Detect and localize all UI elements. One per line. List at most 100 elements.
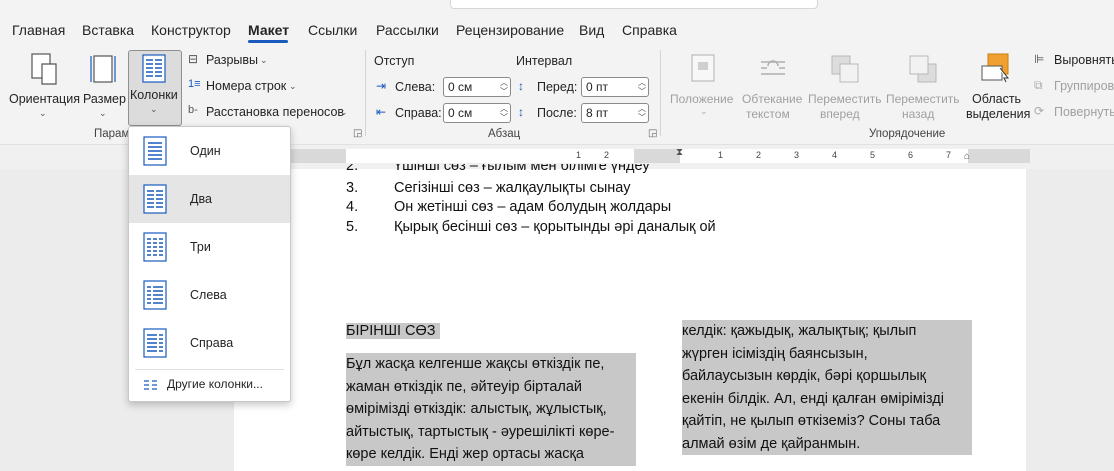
title-bar [0, 0, 1114, 12]
group-icon: ⧉ [1034, 78, 1043, 92]
text-line: айтыстық, тартыстық - әурешілікті көре- [346, 420, 636, 443]
indent-left-input[interactable]: 0 см ︿ ﹀ [443, 77, 511, 97]
columns-icon [142, 54, 166, 83]
chevron-down-icon: ⌄ [39, 108, 47, 118]
send-backward-icon [909, 55, 937, 83]
breaks-button[interactable]: ⊟ Разрывы ⌄ [186, 52, 276, 70]
heading-text: БІРІНШІ СӨЗ [346, 323, 440, 339]
indent-marker-icon[interactable]: ⧗ [676, 147, 683, 158]
columns-button[interactable]: Колонки ⌄ [128, 50, 182, 126]
rotate-label: Повернуть [1054, 105, 1114, 119]
spinner-arrows-icon[interactable]: ︿ ﹀ [638, 78, 646, 96]
bring-forward-button[interactable]: Переместить вперед [806, 50, 882, 124]
columns-option-two[interactable]: Два [129, 175, 290, 223]
two-columns-icon [143, 184, 167, 214]
section-heading: БІРІНШІ СӨЗ [346, 320, 440, 343]
position-button[interactable]: Положение ⌄ [668, 50, 738, 124]
text-line: екенін білдік. Ал, енді қалған өмірімізд… [682, 387, 972, 410]
chevron-down-icon: ⌄ [289, 81, 297, 91]
bring-forward-label-1: Переместить [808, 92, 882, 106]
breaks-icon: ⊟ [188, 52, 199, 66]
option-label: Слева [190, 288, 227, 302]
paragraph-group-label: Абзац [488, 128, 521, 140]
tab-help[interactable]: Справка [622, 22, 677, 38]
dialog-launcher-icon[interactable]: ◲ [353, 128, 362, 139]
horizontal-ruler[interactable]: 1 2 1 2 3 4 5 6 7 ⧗ ⌂ [290, 147, 1030, 163]
rotate-button[interactable]: ⟳ Повернуть [1034, 104, 1114, 122]
orientation-label: Ориентация [9, 92, 80, 106]
list-item: 3. Сегізінші сөз – жалқаулықты сынау [346, 180, 630, 196]
list-number: 5. [346, 219, 359, 235]
text-line: жаман өткіздік пе, әйтеуір бірталай [346, 375, 636, 398]
ruler-number: 1 [576, 150, 582, 160]
columns-option-one[interactable]: Один [129, 127, 290, 175]
text-line: Бұл жасқа келгенше жақсы өткіздік пе, [346, 353, 636, 376]
columns-option-left[interactable]: Слева [129, 271, 290, 319]
wrap-text-label-1: Обтекание [742, 92, 803, 106]
orientation-button[interactable]: Ориентация ⌄ [6, 50, 80, 124]
right-indent-marker-icon[interactable]: ⌂ [964, 151, 970, 162]
size-icon [90, 55, 116, 83]
align-button[interactable]: ⊫ Выровнять [1034, 52, 1114, 70]
selection-pane-label-2: выделения [966, 107, 1031, 121]
selection-pane-button[interactable]: Область выделения [962, 50, 1030, 124]
ruler-number: 1 [718, 150, 724, 160]
spinner-arrows-icon[interactable]: ︿ ﹀ [638, 104, 646, 122]
chevron-down-icon: ⌄ [150, 104, 158, 114]
spinner-arrows-icon[interactable]: ︿ ﹀ [500, 104, 508, 122]
dialog-launcher-icon[interactable]: ◲ [648, 128, 657, 139]
size-button[interactable]: Размер ⌄ [80, 50, 126, 124]
indent-left-icon: ⇥ [376, 79, 387, 93]
indent-title: Отступ [374, 54, 415, 68]
tab-mailings[interactable]: Рассылки [376, 22, 439, 38]
group-button[interactable]: ⧉ Группиров [1034, 78, 1114, 96]
more-columns-icon [144, 380, 157, 390]
align-icon: ⊫ [1034, 52, 1045, 66]
active-tab-indicator [248, 40, 288, 43]
rotate-icon: ⟳ [1034, 104, 1045, 118]
tab-design[interactable]: Конструктор [151, 22, 231, 38]
send-backward-label-2: назад [902, 107, 935, 121]
columns-option-three[interactable]: Три [129, 223, 290, 271]
ribbon-tabs: Главная Вставка Конструктор Макет Ссылки… [0, 12, 1114, 46]
line-numbers-button[interactable]: 1≡ Номера строк ⌄ [186, 78, 306, 96]
chevron-down-icon: ⌄ [260, 55, 268, 65]
spinner-arrows-icon[interactable]: ︿ ﹀ [500, 78, 508, 96]
indent-right-input[interactable]: 0 см ︿ ﹀ [443, 103, 511, 123]
ruler-left-margin [290, 149, 346, 163]
search-box[interactable] [450, 0, 818, 9]
hyphenation-label: Расстановка переносов [206, 105, 345, 119]
spacing-before-value: 0 пт [586, 80, 609, 94]
wrap-text-button[interactable]: Обтекание текстом [740, 50, 804, 124]
spacing-before-input[interactable]: 0 пт ︿ ﹀ [581, 77, 649, 97]
text-line: көре келдік. Енді жер ортасы жасқа [346, 443, 636, 466]
line-numbers-label: Номера строк [206, 79, 287, 93]
spacing-after-icon: ↕ [518, 105, 524, 119]
send-backward-label-1: Переместить [886, 92, 960, 106]
arrange-group-label: Упорядочение [869, 128, 946, 140]
tab-home[interactable]: Главная [12, 22, 65, 38]
position-icon [691, 54, 715, 82]
ruler-number: 2 [756, 150, 762, 160]
tab-references[interactable]: Ссылки [308, 22, 357, 38]
tab-insert[interactable]: Вставка [82, 22, 134, 38]
option-label: Справа [190, 336, 234, 350]
send-backward-button[interactable]: Переместить назад [884, 50, 960, 124]
chevron-down-icon: ⌄ [340, 107, 348, 117]
tab-view[interactable]: Вид [579, 22, 604, 38]
spacing-after-label: После: [537, 106, 577, 120]
more-columns-item[interactable]: Другие колонки... [167, 377, 263, 391]
columns-option-right[interactable]: Справа [129, 319, 290, 367]
text-line: байлаусызын көрдік, бәрі қоршылық [682, 365, 972, 388]
list-item: 5. Қырық бесінші сөз – қорытынды әрі дана… [346, 219, 716, 235]
spacing-after-input[interactable]: 8 пт ︿ ﹀ [581, 103, 649, 123]
ruler-number: 2 [604, 150, 610, 160]
orientation-icon [31, 53, 57, 85]
selection-pane-label-1: Область [972, 92, 1022, 106]
tab-layout[interactable]: Макет [248, 22, 289, 38]
hyphenation-button[interactable]: b- Расстановка переносов ⌄ [186, 104, 351, 122]
tab-review[interactable]: Рецензирование [456, 22, 564, 38]
page-setup-group-label: Парам [94, 128, 130, 140]
column-2: келдік: қажыдық, жалықтық; қылып жүрген … [682, 320, 972, 455]
indent-left-label: Слева: [395, 80, 436, 94]
